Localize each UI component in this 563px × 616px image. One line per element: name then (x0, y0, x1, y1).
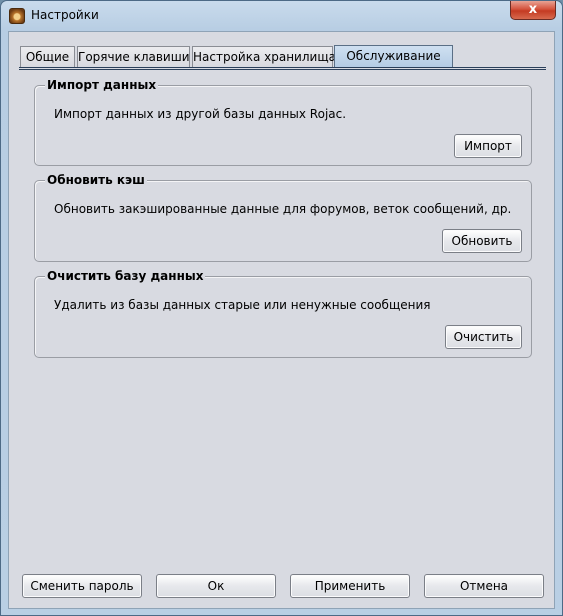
clear-database-group: Очистить базу данных Удалить из базы дан… (34, 269, 532, 358)
import-data-description: Импорт данных из другой базы данных Roja… (54, 107, 347, 121)
tab-hotkeys[interactable]: Горячие клавиши (77, 46, 190, 68)
window-title: Настройки (31, 8, 99, 22)
ok-button[interactable]: Ок (156, 574, 276, 598)
title-bar[interactable]: Настройки x (1, 1, 562, 31)
refresh-cache-group: Обновить кэш Обновить закэшированные дан… (34, 173, 532, 262)
settings-window: Настройки x Общие Горячие клавиши Настро… (0, 0, 563, 616)
refresh-cache-title: Обновить кэш (45, 173, 147, 187)
clear-button[interactable]: Очистить (445, 325, 522, 349)
clear-database-title: Очистить базу данных (45, 269, 206, 283)
close-button[interactable]: x (510, 1, 556, 20)
cancel-button[interactable]: Отмена (424, 574, 544, 598)
tab-general[interactable]: Общие (20, 46, 75, 68)
app-icon (9, 8, 25, 24)
refresh-button[interactable]: Обновить (442, 229, 522, 253)
import-button[interactable]: Импорт (454, 134, 522, 158)
import-data-title: Импорт данных (45, 78, 159, 92)
change-password-button[interactable]: Сменить пароль (22, 574, 142, 598)
tab-storage-settings[interactable]: Настройка хранилища (192, 46, 336, 68)
tab-maintenance[interactable]: Обслуживание (334, 45, 453, 68)
import-data-group: Импорт данных Импорт данных из другой ба… (34, 78, 532, 166)
dialog-content: Общие Горячие клавиши Настройка хранилищ… (8, 31, 555, 609)
tab-divider (19, 67, 546, 70)
clear-database-description: Удалить из базы данных старые или ненужн… (54, 298, 431, 312)
apply-button[interactable]: Применить (290, 574, 410, 598)
refresh-cache-description: Обновить закэшированные данные для форум… (54, 202, 512, 216)
